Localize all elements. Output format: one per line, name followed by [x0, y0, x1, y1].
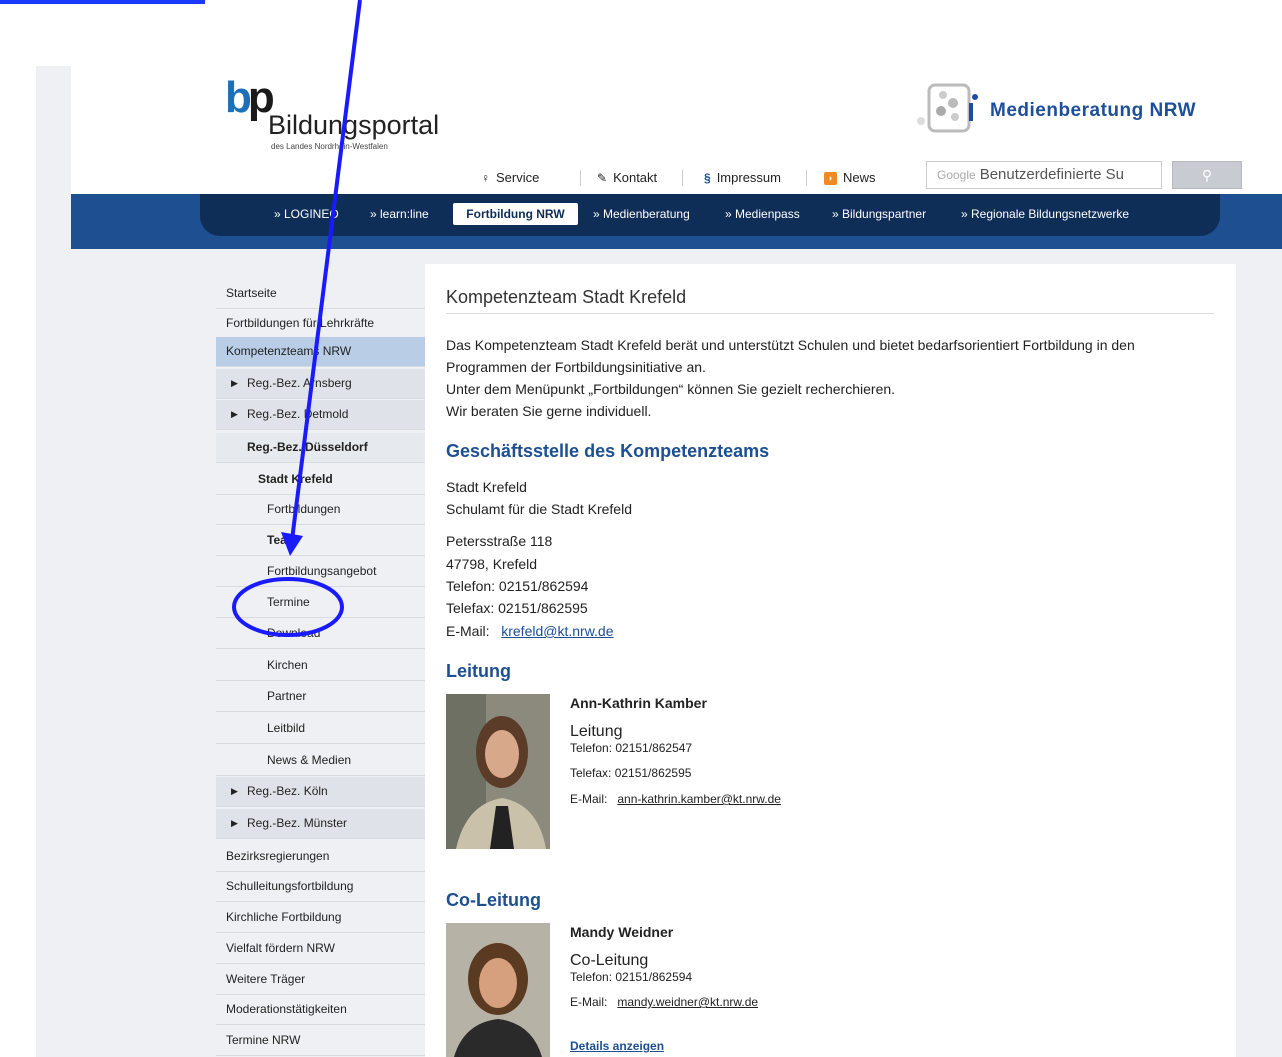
office-email-link[interactable]: krefeld@kt.nrw.de [501, 623, 613, 639]
sidebar-item-leitbild[interactable]: Leitbild [216, 714, 425, 744]
intro-text-line: Das Kompetenzteam Stadt Krefeld berät un… [446, 337, 1135, 353]
kontakt-link[interactable]: ✎ Kontakt [597, 168, 657, 188]
nav-item-medienpass[interactable]: » Medienpass [725, 206, 800, 222]
address-line: Telefon: 02151/862594 [446, 578, 589, 594]
sidebar-item-bezirksregierungen[interactable]: Bezirksregierungen [216, 842, 425, 872]
coleitung-email-link[interactable]: mandy.weidner@kt.nrw.de [617, 995, 758, 1009]
divider [806, 170, 807, 186]
coleitung-name: Mandy Weidner [570, 924, 674, 940]
sidebar-item-koeln[interactable]: ▶ Reg.-Bez. Köln [216, 777, 425, 807]
coleitung-telefon: Telefon: 02151/862594 [570, 970, 693, 984]
sidebar-item-weitere-traeger[interactable]: Weitere Träger [216, 965, 425, 995]
details-link[interactable]: Details anzeigen [570, 1039, 664, 1053]
triangle-right-icon: ▶ [231, 786, 238, 796]
office-heading: Geschäftsstelle des Kompetenzteams [446, 441, 770, 461]
medienberatung-logo-icon[interactable] [913, 81, 978, 135]
sidebar-item-kompetenzteams[interactable]: Kompetenzteams NRW [216, 337, 425, 367]
leitung-photo [446, 694, 550, 849]
sidebar-item-partner[interactable]: Partner [216, 682, 425, 712]
bildungsportal-logo-subtitle: des Landes Nordrhein-Westfalen [271, 142, 388, 151]
sidebar-item-vielfalt-foerdern[interactable]: Vielfalt fördern NRW [216, 934, 425, 964]
nav-item-learnline[interactable]: » learn:line [370, 206, 429, 222]
page-title: Kompetenzteam Stadt Krefeld [446, 287, 687, 307]
sidebar-item-termine[interactable]: Termine [216, 588, 425, 618]
coleitung-role: Co-Leitung [570, 952, 649, 969]
coleitung-email-row: E-Mail: mandy.weidner@kt.nrw.de [570, 995, 759, 1009]
sidebar-item-fortbildungen[interactable]: Fortbildungen [216, 495, 425, 525]
office-line: Stadt Krefeld [446, 479, 527, 495]
address-line: 47798, Krefeld [446, 556, 538, 572]
address-line: Telefax: 02151/862595 [446, 600, 588, 616]
search-button[interactable]: ⚲ [1172, 161, 1242, 189]
leitung-name: Ann-Kathrin Kamber [570, 695, 707, 711]
leitung-email-row: E-Mail: ann-kathrin.kamber@kt.nrw.de [570, 792, 781, 806]
sidebar-item-fortbildungen-lehrkraefte[interactable]: Fortbildungen für Lehrkräfte [216, 309, 425, 339]
office-line: Schulamt für die Stadt Krefeld [446, 501, 632, 517]
service-link[interactable]: ♀ Service [481, 168, 539, 188]
sidebar-item-download[interactable]: Download [216, 619, 425, 649]
office-email-row: E-Mail: krefeld@kt.nrw.de [446, 623, 614, 639]
triangle-right-icon: ▶ [231, 378, 238, 388]
sidebar-item-stadt-krefeld[interactable]: Stadt Krefeld [216, 465, 425, 495]
title-divider [446, 313, 1214, 314]
sidebar-item-moderationstaetigkeiten[interactable]: Moderationstätigkeiten [216, 995, 425, 1025]
search-input[interactable]: Google Benutzerdefinierte Su [926, 161, 1162, 189]
sidebar-item-kirchen[interactable]: Kirchen [216, 651, 425, 681]
sidebar-item-arnsberg[interactable]: ▶ Reg.-Bez. Arnsberg [216, 369, 425, 399]
divider [682, 170, 683, 186]
medienberatung-logo-text[interactable]: Medienberatung NRW [990, 100, 1196, 122]
sidebar-item-startseite[interactable]: Startseite [216, 279, 425, 309]
paragraph-icon: § [704, 171, 711, 185]
leitung-email-link[interactable]: ann-kathrin.kamber@kt.nrw.de [617, 792, 781, 806]
nav-item-fortbildung-nrw[interactable]: Fortbildung NRW [453, 203, 578, 225]
impressum-link[interactable]: § Impressum [704, 168, 781, 188]
divider [580, 170, 581, 186]
news-link[interactable]: ◗ News [824, 168, 876, 188]
bildungsportal-logo-mark[interactable]: bp [225, 76, 275, 120]
coleitung-heading: Co-Leitung [446, 890, 541, 910]
sidebar-item-kirchliche-fortbildung[interactable]: Kirchliche Fortbildung [216, 903, 425, 933]
bildungsportal-logo-text[interactable]: Bildungsportal [268, 110, 439, 140]
triangle-right-icon: ▶ [231, 818, 238, 828]
leitung-telefax: Telefax: 02151/862595 [570, 766, 692, 780]
sidebar-item-news-medien[interactable]: News & Medien [216, 746, 425, 776]
sidebar-item-detmold[interactable]: ▶ Reg.-Bez. Detmold [216, 400, 425, 430]
nav-item-medienberatung[interactable]: » Medienberatung [593, 206, 690, 222]
leitung-telefon: Telefon: 02151/862547 [570, 741, 693, 755]
triangle-right-icon: ▶ [231, 409, 238, 419]
intro-text-line: Programmen der Fortbildungsinitiative an… [446, 359, 706, 375]
address-line: Petersstraße 118 [446, 533, 553, 549]
intro-text-line: Wir beraten Sie gerne individuell. [446, 403, 652, 419]
sidebar-item-fortbildungsangebot[interactable]: Fortbildungsangebot [216, 557, 425, 587]
sidebar-item-team[interactable]: Team [216, 526, 425, 556]
lightbulb-icon: ♀ [481, 171, 490, 185]
leitung-role: Leitung [570, 723, 623, 740]
nav-item-regionale-bildungsnetzwerke[interactable]: » Regionale Bildungsnetzwerke [961, 206, 1129, 222]
leitung-heading: Leitung [446, 661, 511, 681]
top-link-underline[interactable] [0, 0, 205, 4]
coleitung-photo [446, 923, 550, 1057]
sidebar-item-termine-nrw[interactable]: Termine NRW [216, 1026, 425, 1056]
sidebar-item-schulleitungsfortbildung[interactable]: Schulleitungsfortbildung [216, 872, 425, 902]
pencil-icon: ✎ [597, 171, 608, 185]
nav-item-bildungspartner[interactable]: » Bildungspartner [832, 206, 926, 222]
sidebar-item-muenster[interactable]: ▶ Reg.-Bez. Münster [216, 809, 425, 839]
search-icon: ⚲ [1201, 167, 1213, 183]
sidebar-item-duesseldorf[interactable]: Reg.-Bez. Düsseldorf [216, 433, 425, 463]
intro-text-line: Unter dem Menüpunkt „Fortbildungen“ könn… [446, 381, 896, 397]
nav-item-logineo[interactable]: » LOGINEO [274, 206, 339, 222]
rss-icon: ◗ [824, 172, 837, 186]
